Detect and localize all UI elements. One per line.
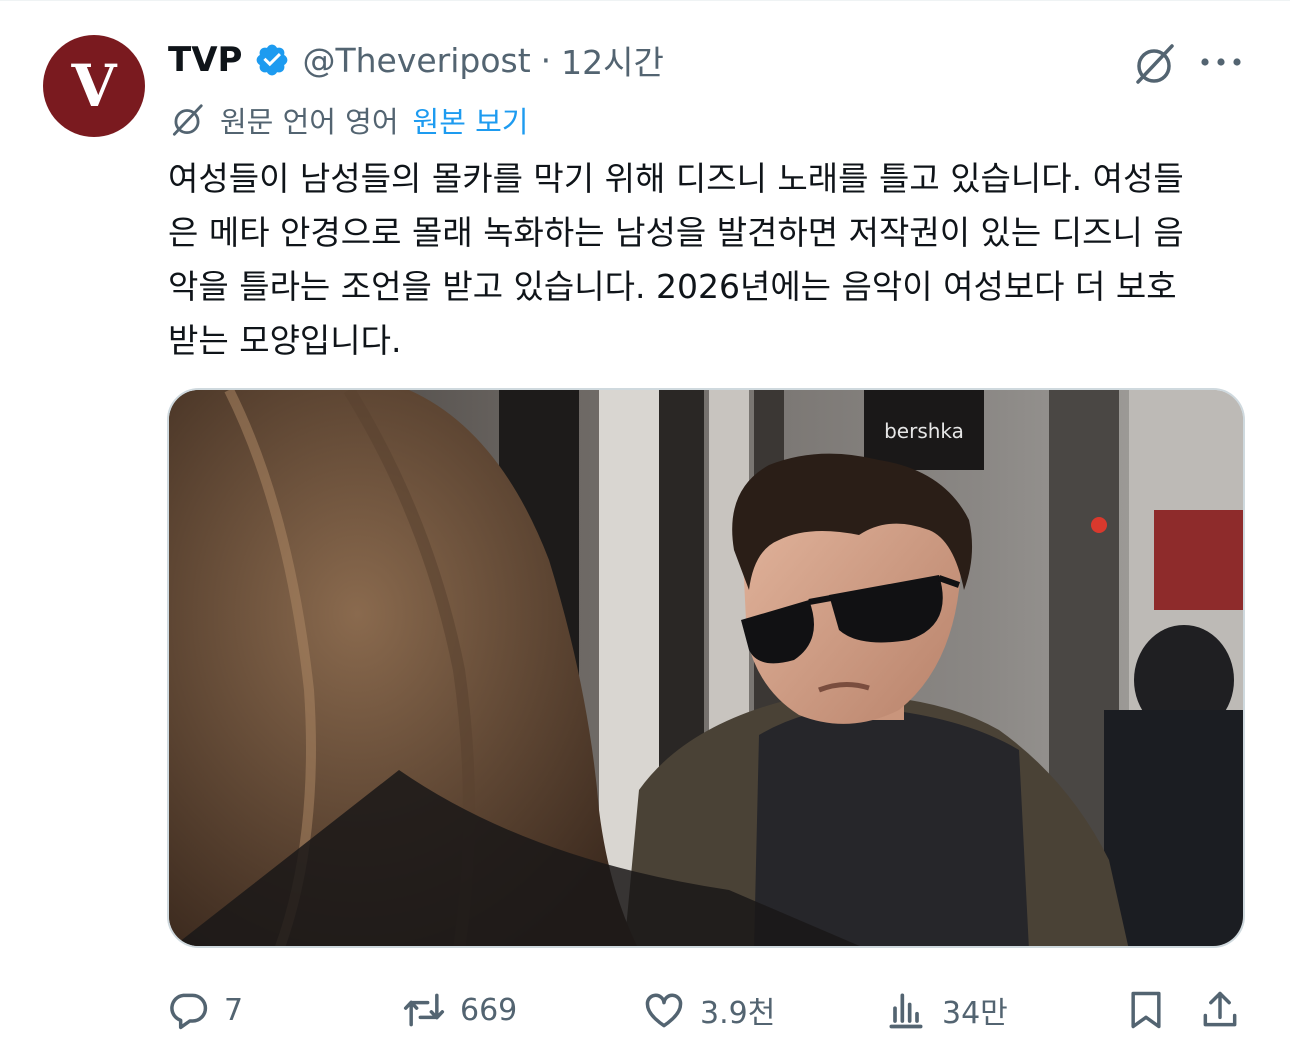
reply-icon [170, 993, 208, 1030]
views-icon [889, 993, 923, 1029]
like-button[interactable]: 3.9천 [642, 980, 775, 1040]
author-name[interactable]: TVP [168, 40, 242, 80]
like-count: 3.9천 [700, 996, 776, 1031]
translation-row: 원문 언어 영어 원본 보기 [168, 100, 528, 140]
translate-icon [172, 104, 203, 136]
view-count: 34만 [942, 996, 1008, 1031]
header-separator: · [540, 40, 552, 80]
avatar-letter: V [71, 52, 117, 120]
store-sign-text: bershka [884, 419, 964, 443]
bookmark-icon [1131, 991, 1161, 1029]
tweet-header: TVP @Theveripost · 12시간 [168, 36, 664, 84]
like-icon [645, 993, 683, 1028]
translation-note: 원문 언어 영어 [220, 105, 399, 139]
bookmark-button[interactable] [1124, 980, 1168, 1040]
retweet-count: 669 [460, 992, 518, 1028]
top-divider [0, 0, 1290, 1]
avatar[interactable]: V [43, 35, 145, 137]
views-button[interactable]: 34만 [884, 980, 1008, 1040]
reply-count: 7 [224, 992, 244, 1028]
retweet-button[interactable]: 669 [402, 980, 517, 1040]
verified-badge-icon[interactable] [254, 42, 290, 78]
photo-man-with-smart-glasses: bershka [169, 390, 1243, 946]
retweet-icon [403, 993, 445, 1027]
tweet-text: 여성들이 남성들의 몰카를 막기 위해 디즈니 노래를 틀고 있습니다. 여성들… [168, 159, 1184, 360]
share-button[interactable] [1198, 980, 1242, 1040]
grok-icon[interactable] [1130, 40, 1178, 88]
reply-button[interactable]: 7 [166, 980, 243, 1040]
author-handle[interactable]: @Theveripost [302, 41, 530, 80]
view-original-link[interactable]: 원본 보기 [413, 99, 529, 141]
action-bar: 7 669 3.9천 34만 [0, 980, 1290, 1040]
share-icon [1203, 991, 1237, 1027]
tweet-photo[interactable]: bershka [167, 388, 1245, 948]
tweet-timestamp[interactable]: 12시간 [561, 36, 664, 84]
more-icon[interactable] [1198, 48, 1244, 76]
